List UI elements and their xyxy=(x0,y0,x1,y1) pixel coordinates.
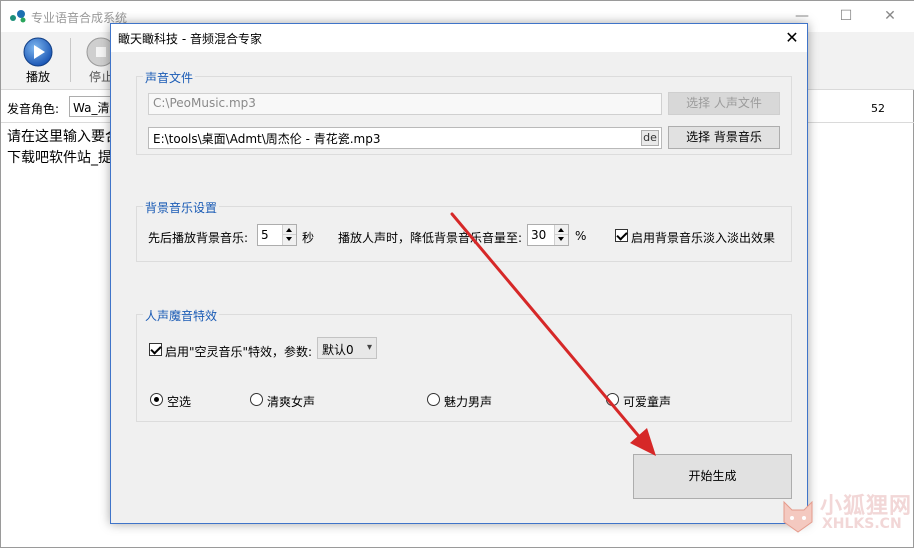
play-button[interactable]: 播放 xyxy=(8,35,68,87)
select-voice-file-button[interactable]: 选择 人声文件 xyxy=(668,92,780,115)
radio-female[interactable] xyxy=(250,393,263,406)
radio-male[interactable] xyxy=(427,393,440,406)
radio-male-label: 魅力男声 xyxy=(444,395,493,409)
radio-child[interactable] xyxy=(606,393,619,406)
sound-files-group: 声音文件 C:\PeoMusic.mp3 选择 人声文件 E:\tools\桌面… xyxy=(136,69,792,155)
ethereal-effect-checkbox[interactable] xyxy=(149,343,162,356)
sound-files-title: 声音文件 xyxy=(143,69,196,86)
radio-child-label: 可爱童声 xyxy=(623,395,672,409)
play-circle-icon xyxy=(23,37,53,67)
delay-spinner[interactable]: 5 xyxy=(257,224,297,246)
start-generate-button[interactable]: 开始生成 xyxy=(633,454,792,499)
reduce-label: 播放人声时，降低背景音乐音量至: xyxy=(338,231,523,245)
bg-settings-group: 背景音乐设置 先后播放背景音乐: 5 秒 播放人声时，降低背景音乐音量至: 30… xyxy=(136,199,792,262)
fox-logo-icon xyxy=(783,500,813,533)
dialog-titlebar: 瞰天瞰科技 - 音频混合专家 ✕ xyxy=(111,24,807,52)
reduce-down-arrow-icon[interactable] xyxy=(555,235,568,245)
voice-file-path-field[interactable]: C:\PeoMusic.mp3 xyxy=(148,93,662,115)
play-label: 播放 xyxy=(25,70,50,84)
app-logo-icon xyxy=(10,10,26,23)
select-bg-music-button[interactable]: 选择 背景音乐 xyxy=(668,126,780,149)
fade-checkbox[interactable] xyxy=(615,229,628,242)
ethereal-effect-label: 启用"空灵音乐"特效，参数: xyxy=(165,345,313,359)
reduce-spin-arrows xyxy=(554,225,568,245)
reduce-spinner[interactable]: 30 xyxy=(527,224,569,246)
reduce-unit: % xyxy=(575,229,587,243)
de-button[interactable]: de xyxy=(641,130,659,146)
watermark: 小狐狸网 XHLKS.CN xyxy=(778,488,914,548)
delay-down-arrow-icon[interactable] xyxy=(283,235,296,245)
delay-up-arrow-icon[interactable] xyxy=(283,225,296,235)
fade-label: 启用背景音乐淡入淡出效果 xyxy=(631,231,776,245)
bg-settings-title: 背景音乐设置 xyxy=(143,199,220,216)
voice-role-label: 发音角色: xyxy=(7,102,60,116)
effect-param-value: 默认0 xyxy=(322,343,354,357)
audio-mix-dialog: 瞰天瞰科技 - 音频混合专家 ✕ 声音文件 C:\PeoMusic.mp3 选择… xyxy=(110,23,808,524)
reduce-value: 30 xyxy=(531,228,547,242)
main-close-button[interactable]: ✕ xyxy=(867,1,913,31)
delay-value: 5 xyxy=(261,228,269,242)
delay-label: 先后播放背景音乐: xyxy=(148,231,249,245)
maximize-button[interactable]: ☐ xyxy=(823,1,869,31)
radio-none[interactable] xyxy=(150,393,163,406)
bg-music-path-text: E:\tools\桌面\Admt\周杰伦 - 青花瓷.mp3 xyxy=(153,132,381,146)
reduce-up-arrow-icon[interactable] xyxy=(555,225,568,235)
dialog-close-button[interactable]: ✕ xyxy=(777,24,807,52)
effect-param-select[interactable]: 默认0 ▾ xyxy=(317,337,377,359)
bg-music-path-field[interactable]: E:\tools\桌面\Admt\周杰伦 - 青花瓷.mp3 de xyxy=(148,127,662,149)
dialog-title: 瞰天瞰科技 - 音频混合专家 xyxy=(118,32,262,46)
chevron-down-icon: ▾ xyxy=(366,342,372,353)
voice-effects-title: 人声魔音特效 xyxy=(143,307,220,324)
watermark-sub: XHLKS.CN xyxy=(822,516,902,532)
voice-effects-group: 人声魔音特效 启用"空灵音乐"特效，参数: 默认0 ▾ 空选 清爽女声 魅力男声… xyxy=(136,307,792,422)
delay-spin-arrows xyxy=(282,225,296,245)
radio-female-label: 清爽女声 xyxy=(267,395,316,409)
radio-none-label: 空选 xyxy=(167,395,192,409)
delay-unit: 秒 xyxy=(302,231,315,245)
voice-count: 52 xyxy=(871,102,885,115)
